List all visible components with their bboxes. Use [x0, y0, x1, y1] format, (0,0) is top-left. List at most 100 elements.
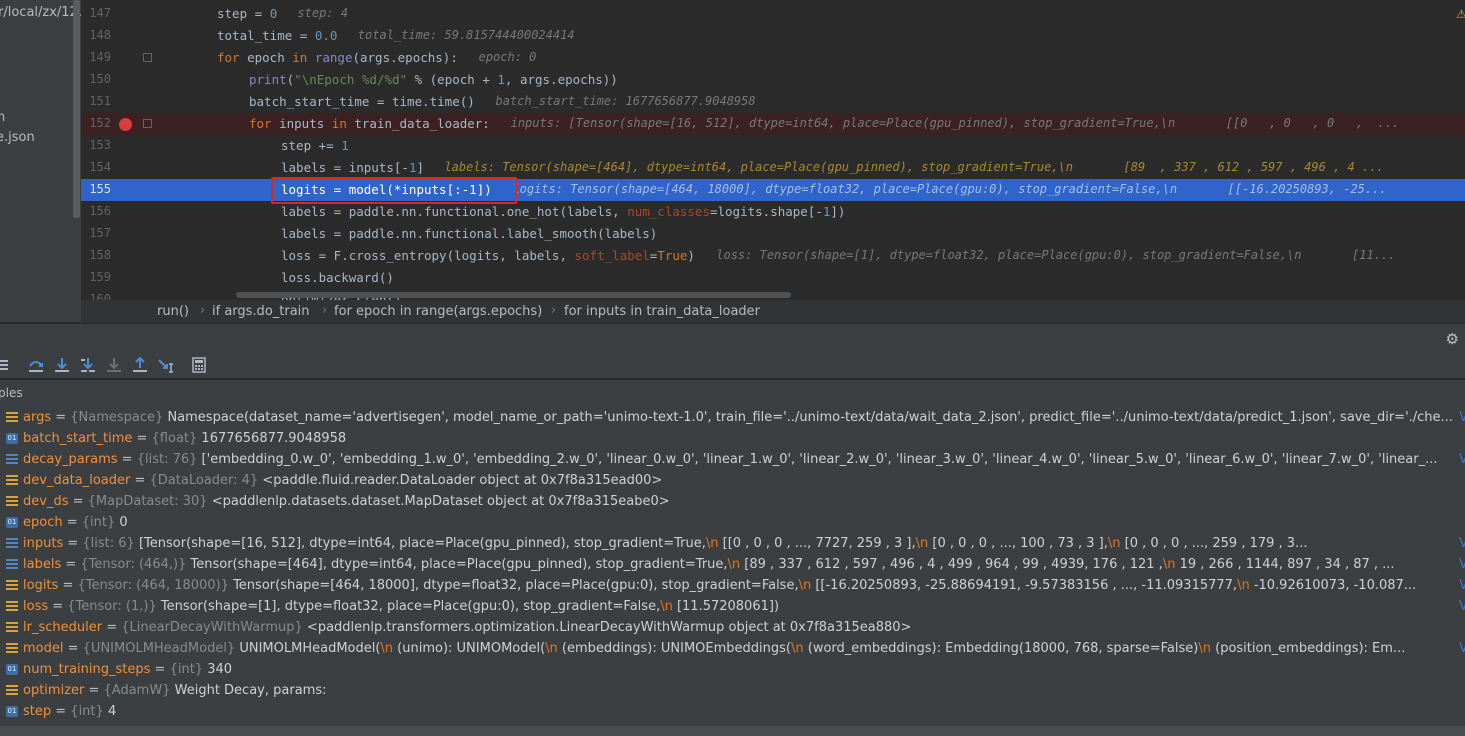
run-to-cursor-icon[interactable] [157, 356, 175, 374]
project-scrollbar[interactable] [73, 0, 80, 218]
code-line[interactable]: 147 step = 0 step: 4 [81, 3, 1465, 25]
view-more-link[interactable]: V [1459, 554, 1465, 575]
project-path-label[interactable]: r/local/zx/12. [0, 5, 81, 20]
variable-row[interactable]: args = {Namespace} Namespace(dataset_nam… [0, 407, 1465, 428]
view-more-link[interactable]: V [1459, 407, 1465, 428]
variable-row[interactable]: logits = {Tensor: (464, 18000)} Tensor(s… [0, 575, 1465, 596]
variables-tree[interactable]: args = {Namespace} Namespace(dataset_nam… [0, 404, 1465, 736]
variable-row[interactable]: 01 batch_start_time = {float} 1677656877.… [0, 428, 1465, 449]
code-text[interactable]: total_time = 0.0 [217, 28, 337, 44]
force-step-into-icon[interactable] [105, 356, 123, 374]
code-text[interactable]: logits = model(*inputs[:-1]) [281, 182, 492, 198]
code-token: ) [687, 248, 695, 263]
breadcrumb-item-for-epoch[interactable]: for epoch in range(args.epochs) [334, 304, 542, 319]
line-number[interactable]: 150 [81, 72, 111, 86]
line-number[interactable]: 159 [81, 270, 111, 284]
code-text[interactable]: labels = inputs[-1] [281, 160, 424, 176]
breadcrumb-item-if[interactable]: if args.do_train [212, 304, 310, 319]
code-text[interactable]: batch_start_time = time.time() [249, 94, 475, 110]
code-text[interactable]: step = 0 [217, 6, 277, 22]
code-line[interactable]: 155 logits = model(*inputs[:-1]) logits: T… [81, 179, 1465, 201]
variable-row[interactable]: labels = {Tensor: (464,)} Tensor(shape=[… [0, 554, 1465, 575]
variable-row[interactable]: loss = {Tensor: (1,)} Tensor(shape=[1], … [0, 596, 1465, 617]
step-over-icon[interactable] [27, 356, 45, 374]
variable-row[interactable]: 01 step = {int} 4 [0, 701, 1465, 722]
code-text[interactable]: print("\nEpoch %d/%d" % (epoch + 1, args… [249, 72, 618, 88]
code-line[interactable]: 151 batch_start_time = time.time() batch_s… [81, 91, 1465, 113]
code-line[interactable]: 153 step += 1 [81, 135, 1465, 157]
code-line[interactable]: 154 labels = inputs[-1] labels: Tensor(sha… [81, 157, 1465, 179]
line-number[interactable]: 148 [81, 28, 111, 42]
project-item-json[interactable]: e.json [0, 130, 35, 145]
variable-value: Tensor(shape=[1], dtype=float32, place=P… [160, 599, 780, 614]
editor-horizontal-scrollbar[interactable] [236, 292, 791, 298]
code-token: (args.epochs): [352, 50, 458, 65]
view-more-link[interactable]: V [1459, 533, 1465, 554]
variable-name: inputs [23, 536, 64, 551]
code-line[interactable]: 158 loss = F.cross_entropy(logits, labels… [81, 245, 1465, 267]
code-text[interactable]: for inputs in train_data_loader: [249, 116, 490, 132]
variable-value: UNIMOLMHeadModel(\n (unimo): UNIMOModel(… [239, 641, 1406, 656]
inspection-status[interactable]: ⚠ 21 ✔ 15 [1456, 7, 1465, 21]
step-out-icon[interactable] [131, 356, 149, 374]
evaluate-expression-icon[interactable] [190, 356, 208, 374]
primitive-value-icon: 01 [6, 706, 18, 717]
breadcrumb-item-for-inputs[interactable]: for inputs in train_data_loader [564, 304, 760, 319]
variable-row[interactable]: dev_data_loader = {DataLoader: 4} <paddl… [0, 470, 1465, 491]
line-number[interactable]: 149 [81, 50, 111, 64]
code-text[interactable]: labels = paddle.nn.functional.label_smoo… [281, 226, 657, 242]
show-execution-point-icon[interactable] [0, 356, 12, 374]
step-into-icon[interactable] [53, 356, 71, 374]
variable-value: Tensor(shape=[464], dtype=int64, place=P… [190, 557, 1395, 572]
code-text[interactable]: step += 1 [281, 138, 349, 154]
line-number[interactable]: 155 [81, 182, 111, 196]
variable-type: {Tensor: (464, 18000)} [77, 578, 229, 593]
breadcrumb-item-run[interactable]: run() [157, 304, 189, 319]
object-value-icon [6, 580, 18, 591]
line-number[interactable]: 154 [81, 160, 111, 174]
variable-row[interactable]: lr_scheduler = {LinearDecayWithWarmup} <… [0, 617, 1465, 638]
variable-row[interactable]: 01 num_training_steps = {int} 340 [0, 659, 1465, 680]
line-number[interactable]: 156 [81, 204, 111, 218]
code-editor[interactable]: 147 step = 0 step: 4 148 total_time = 0.0 tot… [81, 0, 1465, 300]
code-text[interactable]: labels = paddle.nn.functional.one_hot(la… [281, 204, 845, 220]
view-more-link[interactable]: V [1459, 596, 1465, 617]
variable-row[interactable]: 01 epoch = {int} 0 [0, 512, 1465, 533]
fold-icon[interactable] [143, 119, 152, 128]
equals-sign: = [130, 473, 150, 488]
code-line[interactable]: 149 for epoch in range(args.epochs): epoch… [81, 47, 1465, 69]
inline-debug-value: batch_start_time: 1677656877.9048958 [495, 94, 756, 108]
view-more-link[interactable]: V [1459, 449, 1465, 470]
code-text[interactable]: loss.backward() [281, 270, 394, 286]
code-text[interactable]: loss = F.cross_entropy(logits, labels, s… [281, 248, 695, 264]
line-number[interactable]: 151 [81, 94, 111, 108]
code-line[interactable]: 152 for inputs in train_data_loader: input… [81, 113, 1465, 135]
project-item-n[interactable]: n [0, 110, 5, 125]
line-number[interactable]: 160 [81, 292, 111, 300]
code-line[interactable]: 148 total_time = 0.0 total_time: 59.815744… [81, 25, 1465, 47]
step-into-my-code-icon[interactable] [79, 356, 97, 374]
variable-row[interactable]: inputs = {list: 6} [Tensor(shape=[16, 51… [0, 533, 1465, 554]
variables-horizontal-scrollbar[interactable] [0, 726, 1465, 736]
variable-value: Tensor(shape=[464, 18000], dtype=float32… [233, 578, 1417, 593]
variable-row[interactable]: dev_ds = {MapDataset: 30} <paddlenlp.dat… [0, 491, 1465, 512]
line-number[interactable]: 147 [81, 6, 111, 20]
breakpoint-icon[interactable] [119, 118, 132, 131]
variable-row[interactable]: model = {UNIMOLMHeadModel} UNIMOLMHeadMo… [0, 638, 1465, 659]
code-line[interactable]: 159 loss.backward() [81, 267, 1465, 289]
code-line[interactable]: 150 print("\nEpoch %d/%d" % (epoch + 1, a… [81, 69, 1465, 91]
code-text[interactable]: for epoch in range(args.epochs): [217, 50, 458, 66]
code-line[interactable]: 157 labels = paddle.nn.functional.label_s… [81, 223, 1465, 245]
variable-name: args [23, 410, 52, 425]
line-number[interactable]: 157 [81, 226, 111, 240]
variable-row[interactable]: decay_params = {list: 76} ['embedding_0.… [0, 449, 1465, 470]
line-number[interactable]: 153 [81, 138, 111, 152]
variable-row[interactable]: optimizer = {AdamW} Weight Decay, params… [0, 680, 1465, 701]
view-more-link[interactable]: V [1459, 575, 1465, 596]
line-number[interactable]: 152 [81, 116, 111, 130]
view-more-link[interactable]: V [1459, 638, 1465, 659]
code-line[interactable]: 156 labels = paddle.nn.functional.one_hot… [81, 201, 1465, 223]
gear-icon[interactable]: ⚙ [1446, 330, 1459, 348]
line-number[interactable]: 158 [81, 248, 111, 262]
fold-icon[interactable] [143, 53, 152, 62]
